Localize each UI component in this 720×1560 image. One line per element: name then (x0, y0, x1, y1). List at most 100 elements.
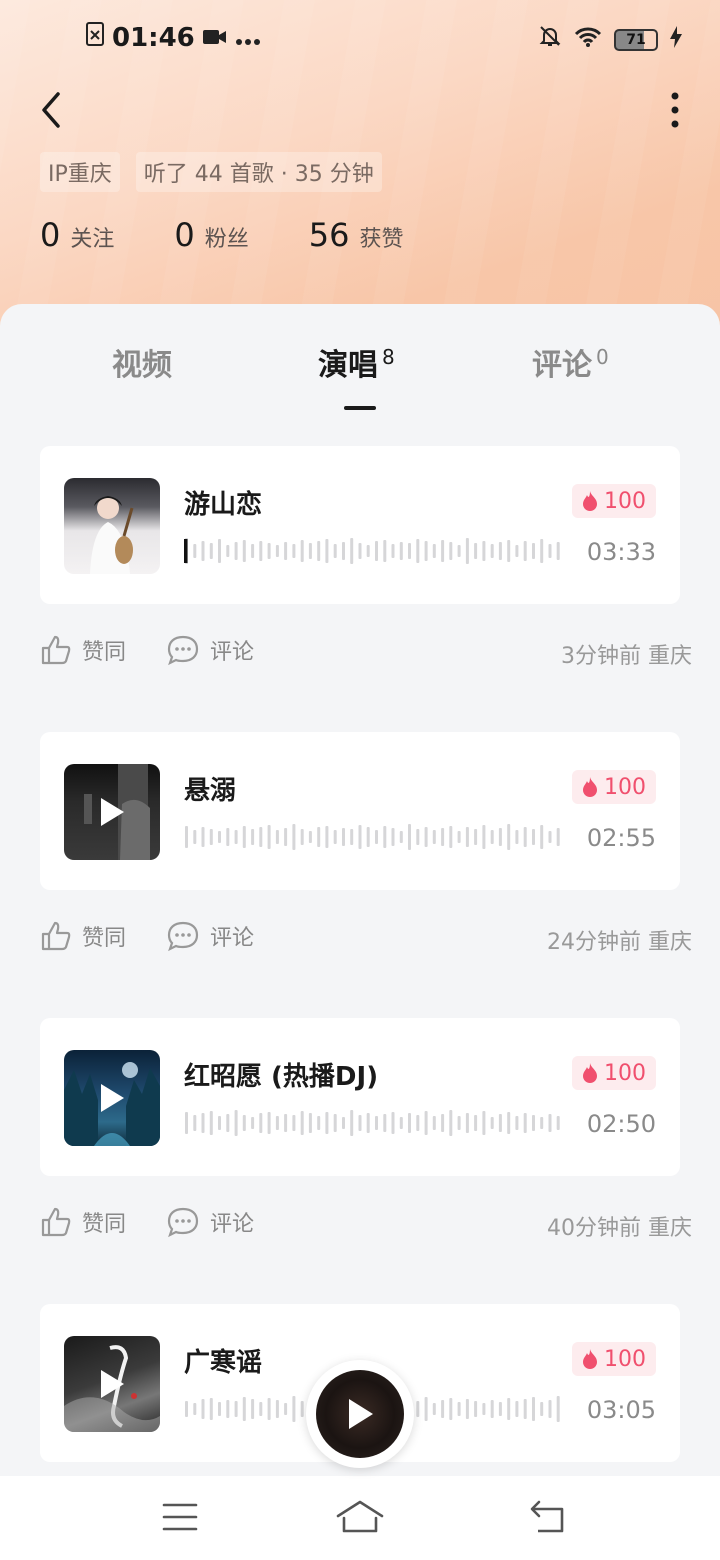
waveform-bar (201, 1113, 205, 1133)
waveform-bar (399, 542, 403, 560)
system-navigation-bar (0, 1476, 720, 1560)
post-meta: 3分钟前 重庆 (561, 644, 692, 669)
song-duration: 03:33 (586, 538, 656, 566)
song-card[interactable]: 红昭愿 (热播DJ) 100 02:50 (40, 1018, 680, 1176)
like-button[interactable]: 赞同 (40, 1206, 126, 1238)
waveform-bar (308, 543, 312, 559)
waveform-bar (449, 1398, 453, 1420)
waveform-bar (284, 1114, 288, 1132)
waveform-bar (498, 542, 502, 560)
song-title: 悬溺 (184, 776, 237, 806)
song-cover[interactable] (64, 764, 160, 860)
tab-label: 评论 (532, 348, 592, 383)
heat-value: 100 (604, 1060, 646, 1086)
comment-button[interactable]: 评论 (166, 1206, 254, 1238)
waveform-bar (242, 1115, 246, 1131)
waveform[interactable] (184, 1106, 564, 1140)
song-cover[interactable] (64, 1336, 160, 1432)
song-title: 广寒谣 (184, 1348, 263, 1378)
likes-count: 56 (308, 216, 350, 254)
menu-button[interactable] (162, 1502, 198, 1536)
cover-art-singer-icon (90, 496, 134, 574)
more-vertical-icon (671, 92, 679, 128)
waveform-bar (366, 827, 370, 847)
waveform-bar (284, 1403, 288, 1415)
waveform-bar (482, 1403, 486, 1415)
waveform-bar (292, 1396, 296, 1422)
waveform-bar (457, 545, 461, 557)
tab-count: 8 (382, 345, 395, 369)
waveform-bar (350, 829, 354, 845)
tab-video[interactable]: 视频 (112, 340, 172, 384)
likes-label: 获赞 (359, 227, 404, 252)
playback-cursor[interactable] (184, 539, 188, 563)
listening-stats-tag: 听了 44 首歌 · 35 分钟 (135, 152, 382, 192)
song-cover[interactable] (64, 478, 160, 574)
comment-button[interactable]: 评论 (166, 634, 254, 666)
waveform-bar (333, 1114, 337, 1132)
waveform-bar (408, 543, 411, 559)
play-icon (101, 1084, 124, 1112)
sim-icon (86, 22, 104, 53)
song-card[interactable]: 悬溺 100 02:55 (40, 732, 680, 890)
waveform-bar (317, 541, 321, 561)
like-button[interactable]: 赞同 (40, 634, 126, 666)
waveform-bar (201, 1399, 205, 1419)
back-nav-button[interactable] (528, 1500, 568, 1538)
waveform-bar (342, 828, 345, 846)
waveform-bar (275, 545, 279, 557)
waveform-bar (507, 1112, 511, 1134)
song-title: 红昭愿 (热播DJ) (184, 1062, 379, 1092)
more-options-button[interactable] (670, 92, 680, 132)
play-icon (101, 1370, 124, 1398)
waveform-bar (523, 1113, 527, 1133)
waveform-bar (226, 828, 230, 846)
post-meta: 24分钟前 重庆 (547, 930, 692, 955)
waveform-bar (185, 1401, 188, 1417)
song-cover[interactable] (64, 1050, 160, 1146)
song-card[interactable]: 游山恋 100 03:33 (40, 446, 680, 604)
profile-tags: IP重庆 听了 44 首歌 · 35 分钟 (40, 152, 382, 192)
waveform-bar (498, 1402, 502, 1416)
waveform-bar (457, 831, 461, 843)
waveform-bar (267, 1398, 271, 1420)
waveform-bar (540, 825, 544, 849)
waveform-bar (441, 540, 445, 562)
song-actions: 赞同 评论 24分钟前 重庆 (40, 920, 692, 960)
waveform-bar (474, 829, 478, 845)
menu-icon (162, 1503, 198, 1531)
waveform-bar (325, 539, 329, 563)
like-button[interactable]: 赞同 (40, 920, 126, 952)
thumb-up-icon (41, 1207, 71, 1237)
followers-stat[interactable]: 0 粉丝 (174, 216, 248, 254)
waveform[interactable] (184, 820, 564, 854)
waveform-bar (490, 1400, 494, 1418)
following-stat[interactable]: 0 关注 (40, 216, 114, 254)
waveform-bar (267, 825, 271, 849)
waveform-bar (383, 826, 387, 848)
home-button[interactable] (336, 1498, 384, 1538)
tab-singing[interactable]: 演唱 8 (318, 340, 395, 384)
heat-value: 100 (604, 488, 646, 514)
floating-player-button[interactable] (306, 1360, 414, 1468)
waveform-bar (474, 1401, 478, 1417)
waveform-bar (432, 1403, 436, 1415)
profile-stats: 0 关注 0 粉丝 56 获赞 (40, 216, 403, 254)
comment-bubble-icon (167, 635, 199, 666)
thumb-up-icon (41, 921, 71, 951)
waveform-bar (532, 1115, 535, 1131)
waveform[interactable] (184, 534, 564, 568)
comment-button[interactable]: 评论 (166, 920, 254, 952)
waveform-bar (201, 827, 205, 847)
comment-label: 评论 (210, 926, 255, 951)
waveform-bar (259, 1402, 263, 1416)
waveform-bar (432, 830, 436, 844)
back-arrow-icon (530, 1500, 564, 1533)
waveform-bar (201, 541, 205, 561)
waveform-bar (548, 831, 552, 843)
back-button[interactable] (36, 88, 66, 136)
tab-comments[interactable]: 评论 0 (532, 340, 609, 384)
waveform-bar (325, 826, 329, 848)
waveform-bar (218, 831, 221, 843)
waveform-bar (515, 1401, 519, 1417)
